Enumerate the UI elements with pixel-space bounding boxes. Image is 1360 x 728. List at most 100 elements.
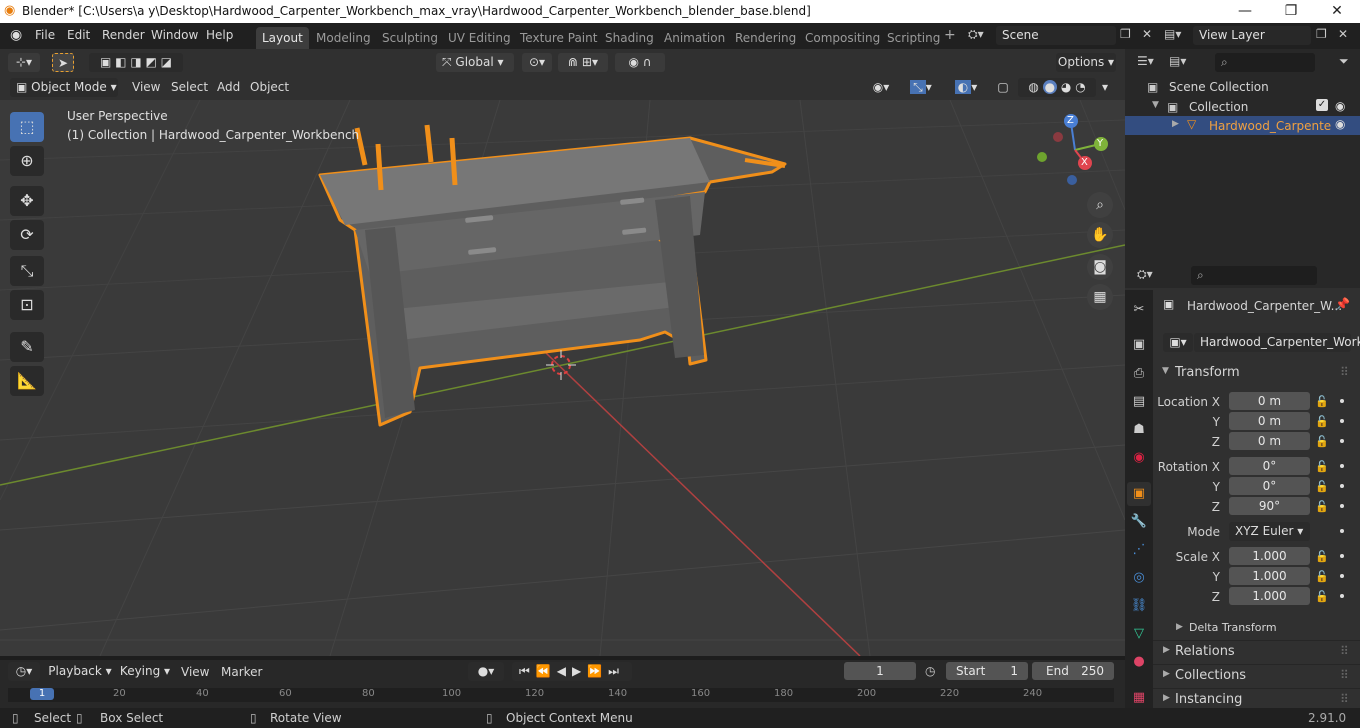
- view-layer-field[interactable]: View Layer: [1193, 26, 1311, 45]
- object-expand-icon[interactable]: ▶: [1172, 119, 1179, 129]
- keyframe-dot-icon[interactable]: [1340, 464, 1344, 468]
- delta-transform-arrow[interactable]: ▶: [1176, 622, 1183, 632]
- collections-panel[interactable]: Collections: [1175, 668, 1246, 683]
- menu-render[interactable]: Render: [102, 28, 145, 42]
- lock-icon[interactable]: 🔓: [1315, 460, 1329, 473]
- keyframe-dot-icon[interactable]: [1340, 574, 1344, 578]
- select-mode-buttons[interactable]: ▣ ◧ ◨ ◩ ◪: [89, 53, 183, 72]
- cursor-tool[interactable]: ⊕: [10, 146, 44, 176]
- location-z-field[interactable]: 0 m: [1229, 432, 1310, 450]
- mode-dropdown[interactable]: ▣ Object Mode ▾: [10, 78, 118, 97]
- outliner-row-object[interactable]: ▶ ▽ Hardwood_Carpente ◉: [1125, 116, 1360, 135]
- keyframe-dot-icon[interactable]: [1340, 594, 1344, 598]
- keyframe-dot-icon[interactable]: [1340, 484, 1344, 488]
- shading-options-icon[interactable]: ▾: [1098, 78, 1112, 97]
- delta-transform-panel[interactable]: Delta Transform: [1189, 621, 1277, 634]
- keyframe-dot-icon[interactable]: [1340, 529, 1344, 533]
- annotate-tool[interactable]: ✎: [10, 332, 44, 362]
- tab-modeling[interactable]: Modeling: [310, 27, 377, 49]
- world-tab-icon[interactable]: ◉: [1130, 449, 1148, 467]
- timeline-marker-menu[interactable]: Marker: [221, 665, 262, 679]
- collection-label[interactable]: Collection: [1189, 100, 1248, 114]
- remove-view-layer-icon[interactable]: ✕: [1338, 27, 1348, 41]
- lock-icon[interactable]: 🔓: [1315, 395, 1329, 408]
- relations-panel[interactable]: Relations: [1175, 644, 1235, 659]
- zoom-icon[interactable]: ⌕: [1087, 192, 1113, 218]
- pivot-point-icon[interactable]: ⊙▾: [522, 53, 552, 72]
- transform-panel-arrow[interactable]: ▼: [1162, 366, 1169, 376]
- scene-collection-label[interactable]: Scene Collection: [1169, 80, 1269, 94]
- instancing-arrow[interactable]: ▶: [1163, 693, 1170, 703]
- scale-z-field[interactable]: 1.000: [1229, 587, 1310, 605]
- menu-file[interactable]: File: [35, 28, 55, 42]
- scene-name-field[interactable]: Scene: [996, 26, 1116, 45]
- lock-icon[interactable]: 🔓: [1315, 480, 1329, 493]
- output-tab-icon[interactable]: ⎙: [1130, 365, 1148, 383]
- maximize-icon[interactable]: ❐: [1268, 0, 1314, 23]
- object-name-field[interactable]: Hardwood_Carpenter_Work...: [1194, 333, 1360, 352]
- tab-rendering[interactable]: Rendering: [729, 27, 802, 49]
- collection-checkbox[interactable]: ✓: [1316, 99, 1328, 111]
- transform-panel-title[interactable]: Transform: [1175, 365, 1240, 380]
- preview-range-icon[interactable]: ◷: [925, 664, 935, 678]
- visibility-icon[interactable]: ◉▾: [866, 78, 896, 97]
- overlay-toggle-icon[interactable]: ◐ ▾: [946, 78, 986, 97]
- drag-handle-icon[interactable]: ⠿: [1340, 692, 1349, 706]
- collections-arrow[interactable]: ▶: [1163, 669, 1170, 679]
- keying-menu[interactable]: Keying ▾: [117, 662, 173, 681]
- physics-tab-icon[interactable]: ◎: [1130, 569, 1148, 587]
- rotation-mode-dropdown[interactable]: XYZ Euler ▾: [1229, 522, 1310, 541]
- viewport-canvas[interactable]: [0, 100, 1125, 656]
- copy-scene-icon[interactable]: ❐: [1120, 27, 1131, 41]
- tab-scripting[interactable]: Scripting: [881, 27, 946, 49]
- copy-view-layer-icon[interactable]: ❐: [1316, 27, 1327, 41]
- display-mode-icon[interactable]: ▤▾: [1169, 54, 1186, 68]
- keyframe-dot-icon[interactable]: [1340, 504, 1344, 508]
- transform-orientation-dropdown[interactable]: ⤧ Global ▾: [436, 53, 514, 72]
- rotate-tool[interactable]: ⟳: [10, 220, 44, 250]
- viewport-menu-select[interactable]: Select: [171, 80, 208, 94]
- lock-icon[interactable]: 🔓: [1315, 570, 1329, 583]
- drag-handle-icon[interactable]: ⠿: [1340, 365, 1349, 379]
- blender-menu-icon[interactable]: ◉: [10, 27, 22, 43]
- lock-icon[interactable]: 🔓: [1315, 550, 1329, 563]
- shading-mode-buttons[interactable]: ◍ ● ◕ ◔: [1018, 78, 1096, 97]
- add-workspace-icon[interactable]: +: [944, 27, 956, 43]
- proportional-edit-icon[interactable]: ◉ ∩: [615, 53, 665, 72]
- location-x-field[interactable]: 0 m: [1229, 392, 1310, 410]
- location-y-field[interactable]: 0 m: [1229, 412, 1310, 430]
- end-frame-field[interactable]: End 250: [1032, 662, 1114, 680]
- properties-editor-icon[interactable]: ⛭▾: [1137, 267, 1153, 282]
- tab-shading[interactable]: Shading: [599, 27, 660, 49]
- measure-tool[interactable]: 📐: [10, 366, 44, 396]
- tab-animation[interactable]: Animation: [658, 27, 731, 49]
- tab-compositing[interactable]: Compositing: [799, 27, 886, 49]
- minimize-icon[interactable]: —: [1222, 0, 1268, 23]
- constraints-tab-icon[interactable]: ⛓: [1130, 597, 1148, 615]
- snap-icon[interactable]: ⋒ ⊞▾: [558, 53, 608, 72]
- filter-icon[interactable]: ⏷: [1339, 54, 1349, 69]
- material-tab-icon[interactable]: ●: [1130, 653, 1148, 671]
- lock-icon[interactable]: 🔓: [1315, 415, 1329, 428]
- keyframe-dot-icon[interactable]: [1340, 554, 1344, 558]
- viewport-menu-view[interactable]: View: [132, 80, 160, 94]
- transform-tool[interactable]: ⊡: [10, 290, 44, 320]
- collection-visibility-icon[interactable]: ◉: [1335, 99, 1345, 113]
- scene-tab-icon[interactable]: ☗: [1130, 421, 1148, 439]
- gizmo-toggle-icon[interactable]: ⤡ ▾: [902, 78, 940, 97]
- tab-layout[interactable]: Layout: [256, 27, 309, 49]
- tab-texture-paint[interactable]: Texture Paint: [514, 27, 603, 49]
- remove-scene-icon[interactable]: ✕: [1142, 27, 1152, 41]
- menu-edit[interactable]: Edit: [67, 28, 90, 42]
- rotation-z-field[interactable]: 90°: [1229, 497, 1310, 515]
- drag-handle-icon[interactable]: ⠿: [1340, 644, 1349, 658]
- outliner-editor-icon[interactable]: ☰▾: [1137, 54, 1154, 68]
- instancing-panel[interactable]: Instancing: [1175, 692, 1242, 707]
- scale-tool[interactable]: ⤡: [10, 256, 44, 286]
- rotation-x-field[interactable]: 0°: [1229, 457, 1310, 475]
- timeline-editor-icon[interactable]: ◷▾: [8, 662, 40, 681]
- view-layer-tab-icon[interactable]: ▤: [1130, 393, 1148, 411]
- rotation-y-field[interactable]: 0°: [1229, 477, 1310, 495]
- viewport-menu-add[interactable]: Add: [217, 80, 240, 94]
- scale-y-field[interactable]: 1.000: [1229, 567, 1310, 585]
